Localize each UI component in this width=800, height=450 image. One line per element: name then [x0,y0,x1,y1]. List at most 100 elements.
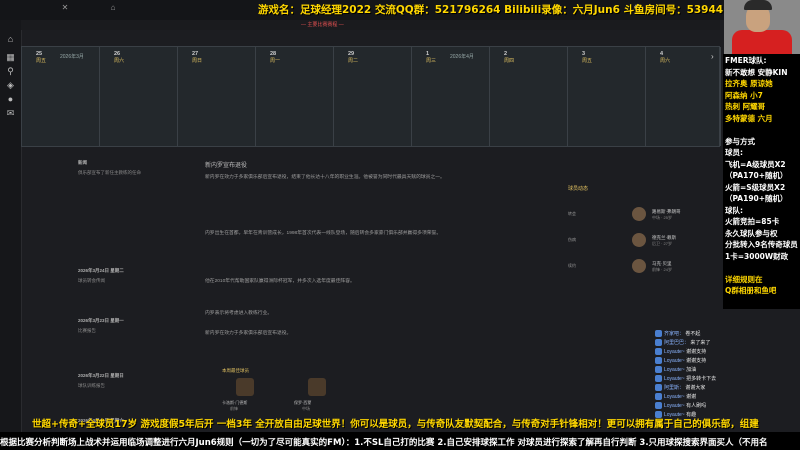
chevron-right-icon[interactable]: › [711,52,719,61]
mail-icon[interactable]: ✉ [5,108,16,119]
article-paragraph: 新内罗在效力于多家俱乐部后宣布退役，结束了他长达十八年的职业生涯。他被誉为同时代… [205,175,445,180]
calendar-day[interactable]: 27 周日 [178,47,256,146]
chat-message: 阿里巴巴： 来了来了 [655,339,710,348]
overlay-rule-line: （PA170+随机） [725,171,788,180]
overlay-rule-line: 新不敢想 安静KIN [725,67,788,77]
chat-user[interactable]: 阿里巴巴： [664,340,689,346]
user-badge-icon [655,339,662,347]
palette-icon[interactable]: ● [5,94,16,105]
chat-user[interactable]: Loyaute~ [664,394,685,400]
chat-user[interactable]: Loyaute~ [664,403,685,409]
chat-text: 谢谢支持 [686,358,707,364]
calendar-day[interactable]: 26 周六 [100,47,178,146]
chat-user[interactable]: Loyaute~ [664,358,685,364]
overlay-rule-line: 参与方式 [725,136,755,146]
news-date-header: 2026年3月24日 星期二 [78,268,124,273]
calendar-weekday: 周三 [426,58,437,64]
overlay-rule-line: Q群相册和鱼吧 [725,286,777,295]
chat-feed: 齐家吧： 卷不起 阿里巴巴： 来了来了 Loyaute~ 谢谢支持 Loyaute~ … [655,330,800,420]
calendar-month: 2026年3月 [60,54,84,60]
search-icon[interactable]: ⚲ [5,66,16,77]
close-icon[interactable]: ✕ [60,3,70,13]
news-list-item[interactable]: 俱乐部宣布了新任主教练的任命 [78,170,141,176]
card-header: 球员动态 [568,186,589,192]
chat-user[interactable]: 齐家吧： [664,331,684,337]
player-sub: 前锋 [230,406,238,411]
calendar-day[interactable]: 25 周五 2026年3月 [22,47,100,146]
calendar-day[interactable]: 29 周二 [334,47,412,146]
chat-user[interactable]: Loyaute~ [664,367,685,373]
news-list-item[interactable]: 球队训练报告 [78,383,105,389]
article-title: 新内罗宣布退役 [205,163,248,169]
calendar-weekday: 周五 [36,58,47,64]
overlay-rule-line: 拉齐奥 原谅她 [725,79,773,88]
player-update-row[interactable]: 伤病 德克兰·赖斯 后卫 · 27岁 [568,231,708,253]
article-paragraph: 内罗表示将考虑进入教练行业。 [205,311,273,316]
news-date-header: 新闻 [78,160,87,165]
calendar-month: 2026年4月 [450,54,474,60]
overlay-rule-line: 1卡=3000W财政 [725,251,789,261]
player-update-row[interactable]: 转会 路易斯·弗朗哥 中场 · 25岁 [568,205,708,227]
user-badge-icon [655,348,662,356]
user-badge-icon [655,330,662,338]
overlay-rule-line: FMER球队: [725,56,767,65]
news-list-item[interactable]: 比赛报告 [78,328,96,334]
chat-message: Loyaute~ 谢谢支持 [655,357,706,366]
user-badge-icon [655,384,662,392]
calendar-day[interactable]: 4 周六 [646,47,721,146]
top-player[interactable]: 保罗·西蒙 中场 [294,378,354,411]
calendar-day[interactable]: 2 周四 [490,47,568,146]
overlay-rule-line: 阿森纳 小7 [725,90,763,100]
overlay-rule-line: 详细规则在 [725,274,763,284]
chat-message: 阿里斯： 谢谢大家 [655,384,705,393]
chat-message: 齐家吧： 卷不起 [655,330,700,339]
chat-message: Loyaute~ 把多转卡下去 [655,375,716,384]
overlay-rule-line: 火箭竞拍=85卡 [725,217,780,226]
update-label: 转会 [568,211,576,216]
calendar-weekday: 周六 [114,58,125,64]
calendar-weekday: 周日 [192,58,203,64]
overlay-rule-line: 飞机=A级球员X2 [725,159,786,169]
calendar-weekday: 周一 [270,58,281,64]
news-list: 新闻俱乐部宣布了新任主教练的任命 2026年3月24日 星期二 球员转会传闻 2026… [30,148,195,428]
user-badge-icon [655,366,662,374]
chat-text: 把多转卡下去 [686,376,717,382]
avatar [632,233,646,247]
chat-user[interactable]: Loyaute~ [664,376,685,382]
player-sub: 中场 · 25岁 [652,215,673,220]
user-badge-icon [655,393,662,401]
news-date-header: 2026年3月23日 星期一 [78,318,124,323]
chat-text: 卷不起 [685,331,701,337]
overlay-rule-line: 球员: [725,148,743,157]
player-sub: 前锋 · 24岁 [652,267,673,272]
overlay-rule-line: 多特蒙德 六月 [725,113,773,123]
top-player[interactable]: 卡洛斯·门德斯 前锋 [222,378,282,411]
chat-message: Loyaute~ 谢谢支持 [655,348,706,357]
calendar-popup: 25 周五 2026年3月 26 周六 27 周日 28 周一 29 周二 1 周三 2026年4月 2 周四… [21,46,721,147]
home-icon[interactable]: ⌂ [108,3,118,13]
shield-icon[interactable]: ◈ [5,80,16,91]
news-list-item[interactable]: 球员转会传闻 [78,278,105,284]
calendar-day[interactable]: 3 周五 [568,47,646,146]
ticker-top: 世超+传奇+全球员17岁 游戏度假5年后开 一档3年 全开放自由足球世界！你可以… [0,414,800,430]
user-badge-icon [655,375,662,383]
calendar-day[interactable]: 28 周一 [256,47,334,146]
user-badge-icon [655,402,662,410]
player-update-row[interactable]: 续约 马克·贝里 前锋 · 24岁 [568,257,708,279]
chat-text: 谢谢支持 [686,349,707,355]
overlay-rule-line: 热刺 阿耀哥 [725,102,766,111]
avatar [308,378,326,396]
player-sub: 后卫 · 27岁 [652,241,673,246]
streamer-hair [744,0,772,10]
chat-user[interactable]: Loyaute~ [664,349,685,355]
menu-icon[interactable]: ▦ [5,52,16,63]
home-icon[interactable]: ⌂ [5,34,16,45]
article-paragraph: 内罗出生在首都，早年在青训营成长，1998年首次代表一线队登场，随后转会多家豪门… [205,231,442,236]
chat-message: Loyaute~ 有人刷吗 [655,402,706,411]
chat-user[interactable]: 阿里斯： [664,385,684,391]
streamer-shirt [732,30,792,54]
overlay-rule-line: （PA190+随机） [725,194,788,203]
chat-message: Loyaute~ 加油 [655,366,696,375]
subheader-text: — 主要比赛赛程 — [301,22,344,28]
calendar-day[interactable]: 1 周三 2026年4月 [412,47,490,146]
